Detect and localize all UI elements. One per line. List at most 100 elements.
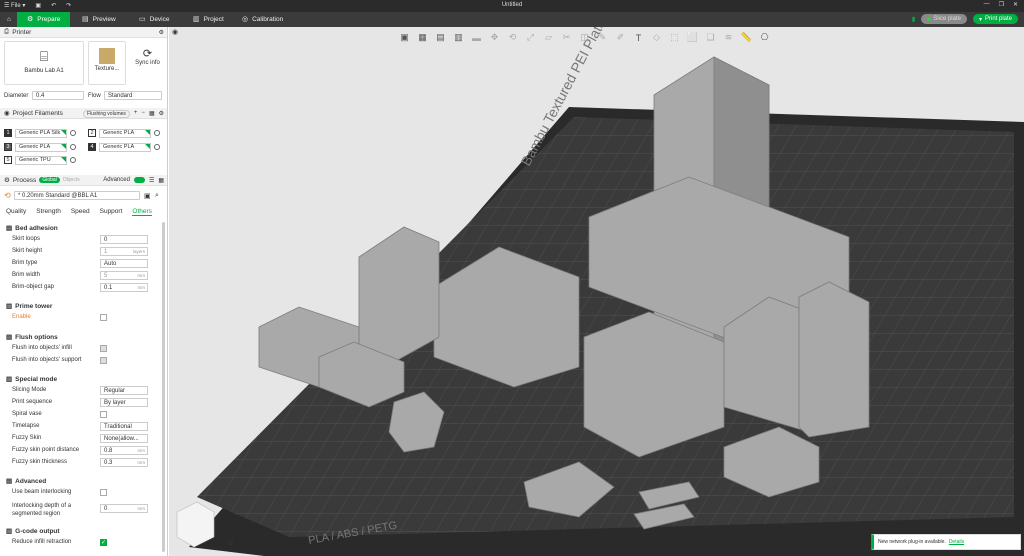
global-toggle[interactable]: Global (39, 177, 60, 183)
printer-card[interactable]: ⌸ Bambu Lab A1 (4, 41, 84, 85)
text-icon[interactable]: T (631, 33, 646, 43)
lay-on-face-icon[interactable]: ▱ (541, 32, 556, 43)
skirt-height-input[interactable]: 1 layers (100, 247, 148, 256)
sidebar-toggle-icon[interactable]: ▮ (912, 15, 916, 23)
printer-settings-icon[interactable]: ⚙ (159, 29, 164, 36)
filament-item-3[interactable]: 3 Generic PLA (4, 142, 76, 152)
layers-icon[interactable]: ❑ (703, 32, 718, 43)
sidebar: ⎙ Printer ⚙ ⌸ Bambu Lab A1 Texture... ⟳ Sy… (0, 27, 168, 556)
close-icon[interactable]: ✕ (1013, 1, 1018, 8)
edit-icon[interactable] (70, 144, 76, 150)
reduce-retraction-checkbox[interactable] (100, 539, 107, 546)
slicing-mode-select[interactable]: Regular (100, 386, 148, 395)
timelapse-select[interactable]: Traditional (100, 422, 148, 431)
tab-speed[interactable]: Speed (71, 208, 90, 216)
fuzzy-distance-input[interactable]: 0.8 mm (100, 446, 148, 455)
edit-icon[interactable] (70, 130, 76, 136)
flush-support-checkbox[interactable] (100, 357, 107, 364)
arrange-icon[interactable]: ▥ (451, 32, 466, 43)
save-preset-icon[interactable]: ▣ (144, 192, 151, 200)
flow-select[interactable]: Standard (104, 91, 162, 100)
tab-preview[interactable]: ▤ Preview (82, 12, 116, 27)
process-tabs: Quality Strength Speed Support Others (6, 208, 162, 216)
rotate-icon[interactable]: ⟲ (505, 32, 520, 43)
brim-width-input[interactable]: 5 mm (100, 271, 148, 280)
add-icon[interactable]: + (134, 110, 138, 118)
process-preset-select[interactable]: * 0.20mm Standard @BBL A1 (14, 191, 140, 200)
svg-icon[interactable]: ◇ (649, 32, 664, 43)
tab-prepare[interactable]: ⚙ Prepare (17, 12, 71, 27)
ruler-icon[interactable]: 📏 (739, 32, 754, 43)
brim-gap-row: Brim-object gap 0.1 mm (12, 283, 162, 293)
details-link[interactable]: Details (949, 539, 964, 545)
brim-gap-input[interactable]: 0.1 mm (100, 283, 148, 292)
tab-project[interactable]: ▥ Project (193, 12, 224, 27)
filament-settings-icon[interactable]: ⚙ (159, 110, 164, 118)
tab-support[interactable]: Support (100, 208, 123, 216)
orient-icon[interactable]: ▤ (433, 32, 448, 43)
sync-info-button[interactable]: ⟳ Sync info (129, 41, 166, 81)
flushing-volumes-button[interactable]: Flushing volumes (83, 110, 130, 118)
diameter-select[interactable]: 0.4 (32, 91, 84, 100)
remove-icon[interactable]: − (141, 110, 145, 118)
tab-quality[interactable]: Quality (6, 208, 26, 216)
print-sequence-select[interactable]: By layer (100, 398, 148, 407)
filament-sync-icon[interactable]: ▦ (149, 110, 155, 118)
advanced-switch[interactable] (133, 177, 145, 183)
edit-icon[interactable] (154, 130, 160, 136)
flow-label: Flow (88, 93, 101, 99)
filament-item-2[interactable]: 2 Generic PLA (88, 128, 160, 138)
beam-interlocking-checkbox[interactable] (100, 489, 107, 496)
tab-device[interactable]: ▭ Device (139, 12, 170, 27)
move-icon[interactable]: ✥ (487, 32, 502, 43)
process-icon: ⚙ (4, 177, 10, 184)
plate-type-card[interactable]: Texture... (88, 41, 126, 85)
main-tabs: ⌂ ⚙ Prepare ▤ Preview ▭ Device ▥ Project ◎ Ca… (0, 12, 1024, 27)
tab-others[interactable]: Others (132, 208, 152, 216)
add-object-icon[interactable]: ▣ (397, 32, 412, 43)
compare-icon[interactable]: ▦ (158, 177, 164, 184)
objects-toggle[interactable]: Objects (63, 177, 80, 183)
camera-icon[interactable]: ◉ (172, 28, 178, 36)
assembly-icon[interactable]: ⬜ (685, 32, 700, 43)
3d-viewport[interactable]: Bambu Textured PEI Plate PLA / ABS / PET… (169, 27, 1024, 556)
reset-icon[interactable]: ⟲ (4, 191, 11, 200)
support-paint-icon[interactable]: ✎ (595, 32, 610, 43)
cut-icon[interactable]: ✂ (559, 32, 574, 43)
explode-icon[interactable]: ⎔ (757, 32, 772, 43)
filaments-header: ◉ Project Filaments Flushing volumes + − ▦ ⚙ (0, 108, 167, 119)
add-plate-icon[interactable]: ▦ (415, 32, 430, 43)
enable-checkbox[interactable] (100, 314, 107, 321)
zoom-fit-icon[interactable]: ⊕ (227, 538, 234, 547)
measure-icon[interactable]: ⬚ (667, 32, 682, 43)
filament-item-1[interactable]: 1 Generic PLA Silk (4, 128, 76, 138)
filament-item-5[interactable]: 5 Generic TPU (4, 155, 76, 165)
minimize-icon[interactable]: — (984, 1, 990, 8)
mesh-boolean-icon[interactable]: ◫ (577, 32, 592, 43)
slice-plate-button[interactable]: ▾ Slice plate (921, 14, 967, 24)
home-icon[interactable]: ⌂ (3, 12, 15, 27)
interlocking-depth-input[interactable]: 0 mm (100, 504, 148, 513)
flush-infill-checkbox[interactable] (100, 345, 107, 352)
variable-layer-icon[interactable]: ≋ (721, 32, 736, 43)
edit-icon[interactable] (154, 144, 160, 150)
split-icon[interactable]: ▬ (469, 33, 484, 43)
tab-calibration[interactable]: ◎ Calibration (242, 12, 283, 27)
edit-icon[interactable] (70, 157, 76, 163)
maximize-icon[interactable]: ❐ (999, 1, 1004, 8)
flush-icon: ▤ (6, 334, 13, 341)
search-icon[interactable]: ⌕ (155, 192, 159, 200)
filament-item-4[interactable]: 4 Generic PLA (88, 142, 160, 152)
list-icon[interactable]: ☰ (149, 177, 154, 184)
fuzzy-thickness-input[interactable]: 0.3 mm (100, 458, 148, 467)
spiral-vase-checkbox[interactable] (100, 411, 107, 418)
tab-strength[interactable]: Strength (36, 208, 61, 216)
brim-type-select[interactable]: Auto (100, 259, 148, 268)
flush-options-group: ▤ Flush options (6, 333, 58, 342)
sidebar-scrollbar[interactable] (162, 222, 165, 552)
scale-icon[interactable]: ⤢ (523, 32, 538, 43)
skirt-loops-input[interactable]: 0 (100, 235, 148, 244)
print-plate-button[interactable]: ▾ Print plate (972, 14, 1018, 24)
seam-paint-icon[interactable]: ✐ (613, 32, 628, 43)
fuzzy-skin-select[interactable]: None(allow... (100, 434, 148, 443)
